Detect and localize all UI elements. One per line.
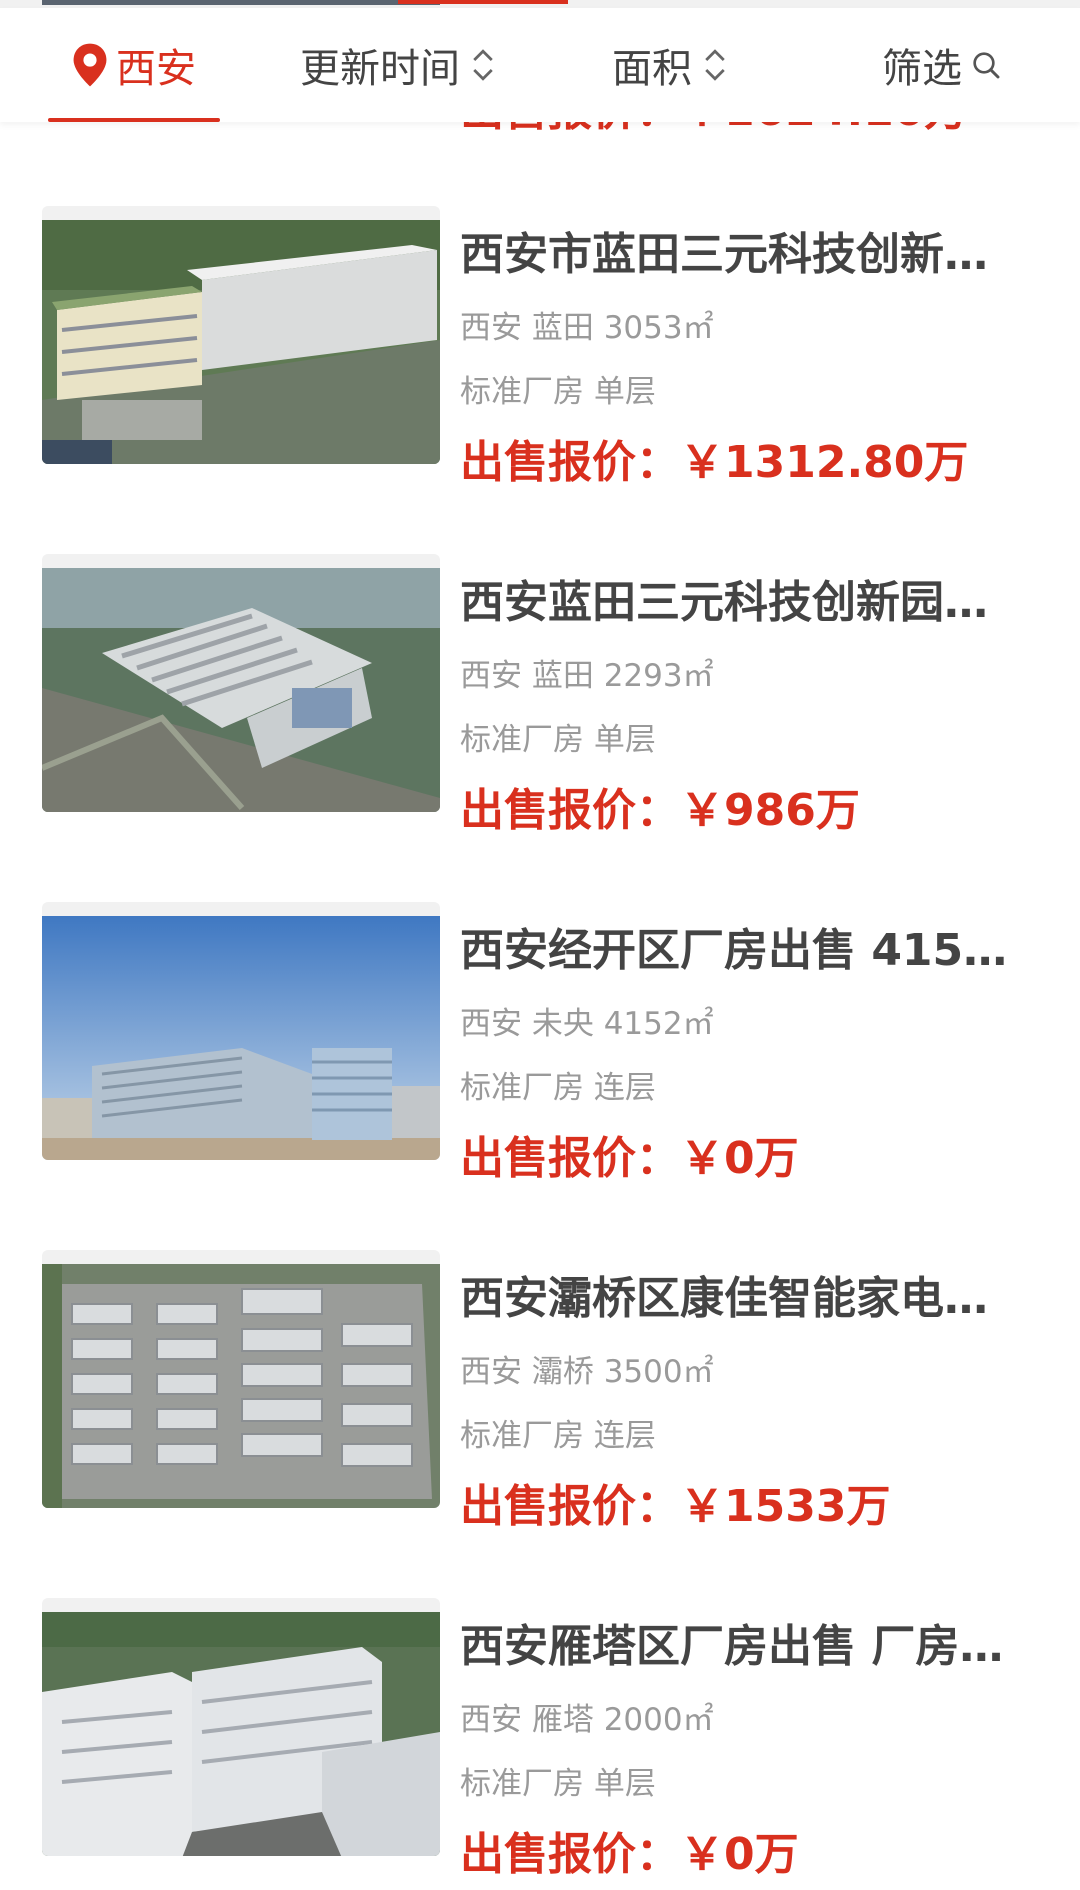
filter-label: 筛选 <box>882 46 962 92</box>
listing-title: 西安雁塔区厂房出售 厂房… <box>460 1621 1004 1672</box>
listing-thumbnail <box>42 916 440 1160</box>
listing-card[interactable]: 西安蓝田三元科技创新园… 西安 蓝田 2293㎡ 标准厂房 单层 出售报价：￥9… <box>0 554 1080 836</box>
listing-title: 西安市蓝田三元科技创新… <box>460 229 988 280</box>
listing-thumbnail-frame <box>42 554 440 812</box>
listing-title: 西安蓝田三元科技创新园… <box>460 577 988 628</box>
listing-price: 出售报价：￥0万 <box>460 1829 799 1880</box>
update-time-label: 更新时间 <box>300 46 460 92</box>
previous-item-thumbnail <box>42 0 440 5</box>
sort-arrows-icon <box>705 49 725 81</box>
listing-type: 标准厂房 单层 <box>460 722 656 758</box>
sort-arrows-icon <box>473 49 493 81</box>
location-pin-icon <box>73 43 107 87</box>
city-label: 西安 <box>116 46 196 92</box>
previous-item-remnant <box>0 0 1080 8</box>
listing-thumbnail-frame <box>42 206 440 464</box>
listing-price: 出售报价：￥1533万 <box>460 1481 891 1532</box>
listing-thumbnail-frame <box>42 1250 440 1508</box>
listing-price: 出售报价：￥0万 <box>460 1133 799 1184</box>
search-icon <box>973 52 1000 79</box>
listing-thumbnail <box>42 568 440 812</box>
listing-title: 西安经开区厂房出售 4152平 <box>460 925 1020 976</box>
area-label: 面积 <box>612 46 692 92</box>
filter-bar: 西安 更新时间 面积 筛选 <box>0 8 1080 122</box>
listing-thumbnail-frame <box>42 902 440 1160</box>
listing-location: 西安 灞桥 3500㎡ <box>460 1354 714 1390</box>
city-selector[interactable]: 西安 <box>70 8 196 122</box>
listing-thumbnail <box>42 1612 440 1856</box>
listing-location: 西安 未央 4152㎡ <box>460 1006 714 1042</box>
listing-thumbnail <box>42 1264 440 1508</box>
listing-type: 标准厂房 单层 <box>460 1766 656 1802</box>
sort-by-area[interactable]: 面积 <box>612 8 728 122</box>
listing-card[interactable]: 西安市蓝田三元科技创新… 西安 蓝田 3053㎡ 标准厂房 单层 出售报价：￥1… <box>0 206 1080 488</box>
filter-button[interactable]: 筛选 <box>882 8 1002 122</box>
previous-item-accent <box>398 0 568 4</box>
listing-type: 标准厂房 单层 <box>460 374 656 410</box>
listing-price: 出售报价：￥986万 <box>460 785 860 836</box>
listing-title: 西安灞桥区康佳智能家电… <box>460 1273 988 1324</box>
active-tab-underline <box>48 118 220 122</box>
listing-page: 出售报价：￥1624.10万 西安 更新时间 面积 筛 <box>0 0 1080 1890</box>
listing-card[interactable]: 西安雁塔区厂房出售 厂房… 西安 雁塔 2000㎡ 标准厂房 单层 出售报价：￥… <box>0 1598 1080 1880</box>
listing-thumbnail-frame <box>42 1598 440 1856</box>
listing-card[interactable]: 西安经开区厂房出售 4152平 西安 未央 4152㎡ 标准厂房 连层 出售报价… <box>0 902 1080 1184</box>
listing-price: 出售报价：￥1312.80万 <box>460 437 969 488</box>
sort-by-update-time[interactable]: 更新时间 <box>300 8 496 122</box>
listing-type: 标准厂房 连层 <box>460 1418 656 1454</box>
listing-thumbnail <box>42 220 440 464</box>
listing-location: 西安 蓝田 2293㎡ <box>460 658 714 694</box>
listing-location: 西安 蓝田 3053㎡ <box>460 310 714 346</box>
listing-type: 标准厂房 连层 <box>460 1070 656 1106</box>
listing-card[interactable]: 西安灞桥区康佳智能家电… 西安 灞桥 3500㎡ 标准厂房 连层 出售报价：￥1… <box>0 1250 1080 1532</box>
listing-location: 西安 雁塔 2000㎡ <box>460 1702 714 1738</box>
